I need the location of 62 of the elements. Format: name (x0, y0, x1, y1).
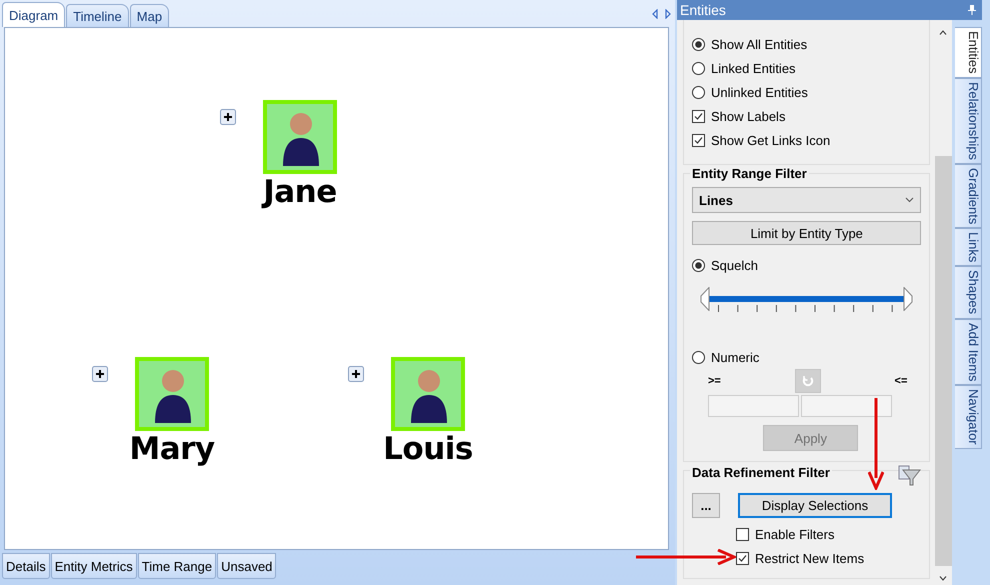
display-selections-button[interactable]: Display Selections (738, 493, 892, 518)
scroll-down-icon[interactable] (939, 576, 948, 581)
bottom-tab[interactable]: Details (2, 553, 50, 579)
min-input-field[interactable] (708, 395, 799, 417)
expand-icon[interactable] (220, 109, 236, 125)
side-tab[interactable]: Navigator (954, 385, 982, 449)
option[interactable]: Numeric (692, 347, 922, 367)
radio-button[interactable] (692, 38, 705, 50)
more-button[interactable]: ... (692, 493, 720, 518)
bottom-tab[interactable]: Entity Metrics (50, 553, 137, 579)
option[interactable]: Show Get Links Icon (692, 130, 930, 150)
entity-label: Jane (263, 174, 337, 210)
side-tab[interactable]: Relationships (954, 78, 982, 164)
option[interactable]: Squelch (692, 255, 922, 275)
option[interactable]: Unlinked Entities (692, 82, 930, 102)
diagram-tab[interactable]: Diagram (2, 2, 66, 27)
pin-icon[interactable] (968, 5, 976, 15)
checkbox[interactable] (736, 552, 749, 564)
person-icon[interactable] (263, 100, 337, 174)
panel-title: Entities (680, 2, 726, 18)
diagram-tab[interactable]: Map (130, 4, 170, 27)
option[interactable]: Show Labels (692, 106, 930, 126)
option[interactable]: Restrict New Items (736, 546, 930, 570)
scroll-left-icon[interactable] (652, 9, 658, 19)
diagram-tab[interactable]: Timeline (66, 4, 129, 27)
bottom-tab[interactable]: Unsaved (217, 553, 276, 579)
min-label: >= (708, 375, 721, 387)
max-label: <= (894, 375, 908, 387)
slider-thumb[interactable] (700, 287, 710, 311)
scrollbar[interactable] (934, 20, 952, 585)
range-dropdown[interactable]: Lines (692, 187, 922, 213)
side-tab[interactable]: Entities (954, 27, 982, 78)
group-title: Data Refinement Filter (690, 465, 832, 480)
person-icon[interactable] (391, 357, 465, 431)
person-icon[interactable] (135, 357, 209, 431)
expand-icon[interactable] (92, 366, 108, 382)
option[interactable]: Show All Entities (692, 34, 930, 54)
radio-button[interactable] (692, 86, 705, 98)
entity-label: Louis (383, 431, 473, 467)
checkbox[interactable] (692, 134, 705, 146)
checkbox[interactable] (692, 110, 705, 122)
option[interactable]: Linked Entities (692, 58, 930, 78)
bottom-tab[interactable]: Time Range (138, 553, 216, 579)
chevron-down-icon (905, 197, 914, 203)
side-tab[interactable]: Add Items (954, 318, 982, 386)
option[interactable]: Enable Filters (736, 522, 930, 546)
group-title: Entity Range Filter (690, 166, 809, 181)
side-tab[interactable]: Links (954, 228, 982, 266)
limit-button[interactable]: Limit by Entity Type (692, 221, 922, 245)
max-input-field[interactable] (801, 395, 892, 417)
radio-button[interactable] (692, 62, 705, 74)
side-tab[interactable]: Gradients (954, 164, 982, 228)
radio-button[interactable] (692, 350, 705, 364)
side-tab[interactable]: Shapes (954, 266, 982, 319)
radio-button[interactable] (692, 258, 705, 272)
scroll-right-icon[interactable] (665, 9, 671, 19)
refresh-icon (802, 375, 814, 387)
scroll-up-icon[interactable] (939, 30, 948, 35)
entity-label: Mary (129, 431, 215, 467)
checkbox[interactable] (736, 528, 749, 540)
expand-icon[interactable] (348, 366, 364, 382)
slider-thumb[interactable] (903, 287, 914, 311)
